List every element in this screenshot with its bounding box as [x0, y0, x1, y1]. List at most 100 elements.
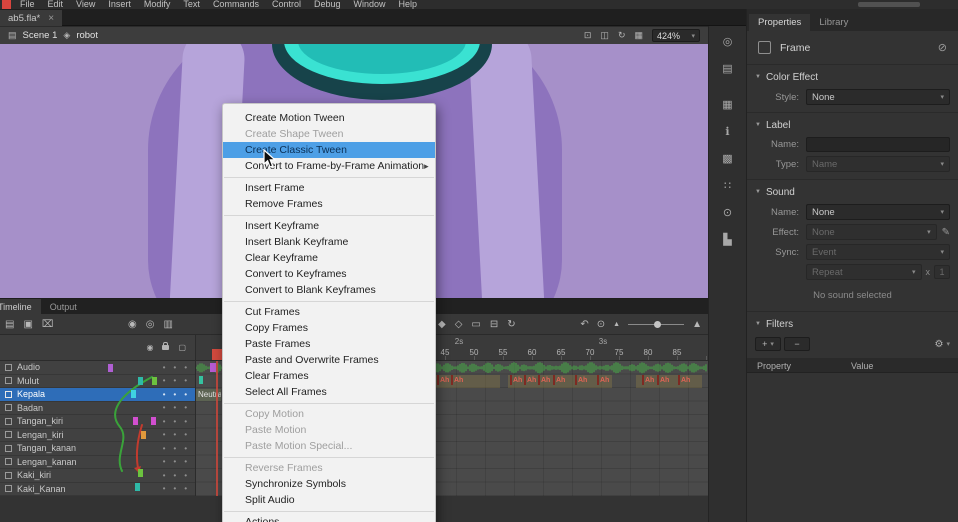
snapping-icon[interactable]: ⊙ [717, 205, 739, 221]
tab-close-icon[interactable]: × [48, 13, 54, 24]
context-menu-item[interactable]: Select All Frames [223, 384, 435, 400]
context-menu-item[interactable]: Split Audio [223, 492, 435, 508]
insert-frame-icon[interactable]: ▭ [471, 319, 480, 330]
layer-lock-dot[interactable]: • [173, 457, 176, 466]
center-frame-icon[interactable]: ⊙ [597, 319, 605, 330]
sound-header[interactable]: ▼ Sound [755, 184, 950, 200]
camera-icon[interactable]: ◎ [717, 34, 739, 50]
layer-outline-dot[interactable]: • [184, 376, 187, 385]
context-menu-item[interactable]: Create Motion Tween [223, 110, 435, 126]
style-dropdown[interactable]: None ▾ [806, 89, 950, 105]
menubar-item-text[interactable]: Text [183, 0, 200, 9]
layer-outline-dot[interactable]: • [184, 484, 187, 493]
rotation-icon[interactable]: ↻ [618, 30, 626, 41]
layer-lock-dot[interactable]: • [173, 471, 176, 480]
panel-tab-library[interactable]: Library [810, 14, 857, 31]
menubar-item-window[interactable]: Window [354, 0, 386, 9]
layer-outline-dot[interactable]: • [184, 430, 187, 439]
sound-name-dropdown[interactable]: None ▾ [806, 204, 950, 220]
zoom-control[interactable]: 424% ▾ [652, 29, 700, 42]
context-menu-item[interactable]: Paste and Overwrite Frames [223, 352, 435, 368]
timeline-tab-timeline[interactable]: Timeline [0, 299, 41, 314]
layer-row-lengan_kanan[interactable]: Lengan_kanan••• [0, 456, 195, 470]
clip-content-icon[interactable]: ◫ [600, 30, 609, 41]
layer-row-audio[interactable]: Audio••• [0, 361, 195, 375]
pasteboard-icon[interactable]: ▤ [717, 61, 739, 77]
insert-blank-keyframe-icon[interactable]: ◇ [455, 319, 463, 330]
context-menu-item[interactable]: Insert Keyframe [223, 218, 435, 234]
context-menu-item[interactable]: Insert Blank Keyframe [223, 234, 435, 250]
context-menu-item[interactable]: Convert to Frame-by-Frame Animation▸ [223, 158, 435, 174]
layer-row-tangan_kiri[interactable]: Tangan_kiri••• [0, 415, 195, 429]
zoom-fit-icon[interactable]: ▦ [634, 30, 643, 41]
context-menu-item[interactable]: Create Classic Tween [223, 142, 435, 158]
loop-icon[interactable]: ↻ [507, 319, 515, 330]
layer-outline-dot[interactable]: • [184, 457, 187, 466]
context-menu-item[interactable]: Actions [223, 514, 435, 522]
layer-outline-dot[interactable]: • [184, 471, 187, 480]
context-menu-item[interactable]: Clear Frames [223, 368, 435, 384]
layer-visibility-dot[interactable]: • [163, 417, 166, 426]
playhead-marker[interactable] [212, 349, 222, 360]
layer-visibility-dot[interactable]: • [163, 430, 166, 439]
layer-outline-dot[interactable]: • [184, 363, 187, 372]
layer-visibility-dot[interactable]: • [163, 390, 166, 399]
layer-visibility-dot[interactable]: • [163, 471, 166, 480]
layer-lock-dot[interactable]: • [173, 417, 176, 426]
layer-row-kepala[interactable]: Kepala••• [0, 388, 195, 402]
menubar-item-help[interactable]: Help [399, 0, 418, 9]
menubar-item-control[interactable]: Control [272, 0, 301, 9]
panel-tab-properties[interactable]: Properties [749, 14, 810, 31]
layer-visibility-dot[interactable]: • [163, 444, 166, 453]
layer-lock-dot[interactable]: • [173, 376, 176, 385]
context-menu-item[interactable]: Remove Frames [223, 196, 435, 212]
context-menu-item[interactable]: Cut Frames [223, 304, 435, 320]
layer-row-tangan_kanan[interactable]: Tangan_kanan••• [0, 442, 195, 456]
grid-icon[interactable]: ▩ [717, 151, 739, 167]
menubar-item-file[interactable]: File [20, 0, 35, 9]
menubar-item-modify[interactable]: Modify [144, 0, 171, 9]
menubar-item-debug[interactable]: Debug [314, 0, 341, 9]
menubar-item-edit[interactable]: Edit [48, 0, 64, 9]
panels-icon[interactable]: ▦ [717, 97, 739, 113]
menubar-item-view[interactable]: View [76, 0, 95, 9]
add-filter-button[interactable]: + ▾ [755, 337, 781, 351]
filters-header[interactable]: ▼ Filters [755, 316, 950, 332]
center-stage-icon[interactable]: ⊡ [584, 30, 592, 41]
edit-multiple-frames-icon[interactable]: ▥ [163, 319, 172, 330]
context-menu-item[interactable]: Clear Keyframe [223, 250, 435, 266]
context-menu-item[interactable]: Convert to Keyframes [223, 266, 435, 282]
document-tab[interactable]: ab5.fla* × [0, 10, 62, 26]
new-folder-icon[interactable]: ▣ [23, 319, 32, 330]
guides-icon[interactable]: ∷ [717, 178, 739, 194]
layer-lock-dot[interactable]: • [173, 390, 176, 399]
remove-filter-button[interactable]: − [784, 337, 810, 351]
onion-skin-outline-icon[interactable]: ◎ [146, 319, 155, 330]
layer-lock-dot[interactable]: • [173, 403, 176, 412]
layer-row-kaki_kiri[interactable]: Kaki_kiri••• [0, 469, 195, 483]
label-header[interactable]: ▼ Label [755, 117, 950, 133]
breadcrumb-symbol[interactable]: robot [76, 30, 98, 41]
context-menu-item[interactable]: Paste Frames [223, 336, 435, 352]
lock-all-icon[interactable] [162, 345, 169, 350]
layer-outline-dot[interactable]: • [184, 417, 187, 426]
slider-knob[interactable] [654, 321, 661, 328]
context-menu-item[interactable]: Insert Frame [223, 180, 435, 196]
context-menu-item[interactable]: Copy Frames [223, 320, 435, 336]
layer-outline-dot[interactable]: • [184, 403, 187, 412]
label-name-input[interactable] [806, 137, 950, 152]
layer-visibility-dot[interactable]: • [163, 457, 166, 466]
layer-lock-dot[interactable]: • [173, 363, 176, 372]
context-menu-item[interactable]: Synchronize Symbols [223, 476, 435, 492]
layer-lock-dot[interactable]: • [173, 444, 176, 453]
layer-lock-dot[interactable]: • [173, 430, 176, 439]
layer-row-kaki_kanan[interactable]: Kaki_Kanan••• [0, 483, 195, 497]
remove-frame-icon[interactable]: ⊟ [490, 319, 498, 330]
edit-sound-envelope-icon[interactable]: ✎ [942, 227, 950, 238]
delete-layer-icon[interactable]: ⌧ [42, 319, 54, 330]
layer-visibility-dot[interactable]: • [163, 363, 166, 372]
onion-skin-icon[interactable]: ◉ [128, 319, 137, 330]
outline-all-icon[interactable]: ▢ [178, 343, 186, 352]
breadcrumb-scene[interactable]: Scene 1 [23, 30, 58, 41]
insert-keyframe-icon[interactable]: ◆ [438, 319, 446, 330]
